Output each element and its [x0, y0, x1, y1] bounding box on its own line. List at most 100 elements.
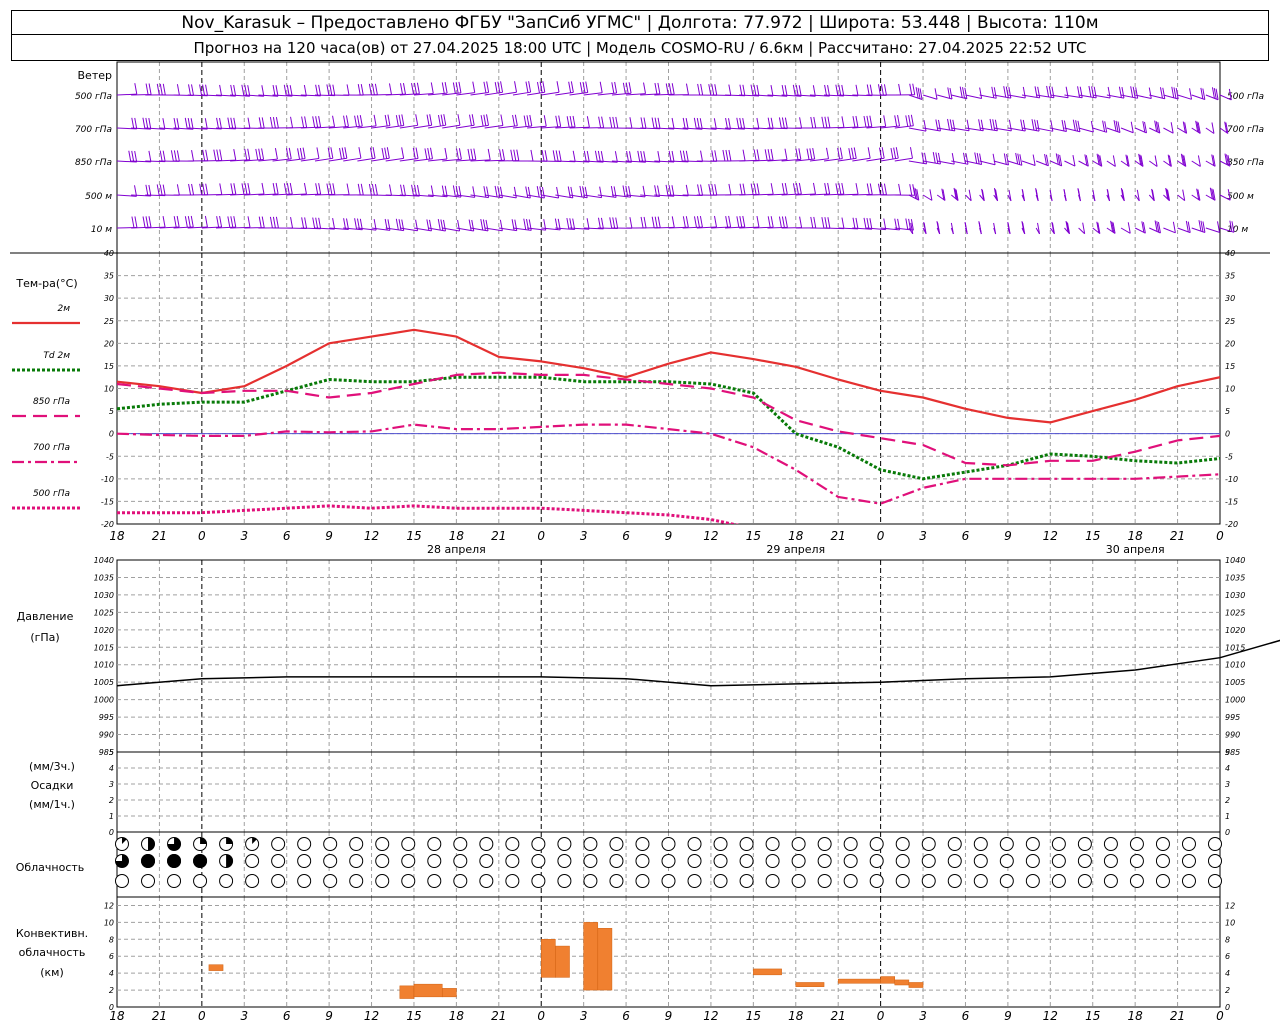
- wind-barb-feather: [145, 117, 149, 130]
- y-tick-label-right: 1030: [1225, 591, 1245, 600]
- cloud-symbol: [349, 854, 364, 868]
- cloud-symbol: [245, 854, 260, 868]
- wind-barb-feather: [867, 147, 871, 159]
- wind-barb-feather: [230, 216, 234, 228]
- wind-barb-feather: [403, 184, 406, 196]
- wind-barb-feather: [1159, 87, 1163, 99]
- wind-barb-feather: [145, 216, 149, 228]
- convective-bar: [555, 945, 570, 978]
- cloud-symbol: [479, 837, 494, 851]
- wind-barb-feather: [202, 183, 206, 195]
- wind-barb-feather: [742, 215, 746, 228]
- wind-barb-feather: [586, 218, 590, 230]
- wind-barb-feather: [354, 218, 358, 230]
- wind-barb-feather: [855, 115, 859, 128]
- wind-barb-feather: [299, 147, 303, 160]
- y-tick-label-left: 4: [109, 969, 114, 978]
- wind-barb-feather: [824, 217, 828, 229]
- y-tick-label-right: 2: [1225, 796, 1230, 805]
- wind-level-label-left: 850 гПа: [75, 158, 112, 168]
- wind-barb-feather: [866, 115, 870, 127]
- wind-barb-feather: [838, 183, 842, 195]
- wind-barb-feather: [556, 81, 560, 93]
- y-tick-label-left: 2: [109, 796, 114, 805]
- wind-barb-feather: [905, 115, 909, 127]
- cloud-symbol: [375, 837, 390, 851]
- cloud-symbol: [1077, 854, 1092, 868]
- cloud-symbol: [817, 837, 832, 851]
- cloud-symbol: [375, 854, 390, 868]
- wind-barb-feather: [770, 183, 774, 195]
- wind-barb-feather: [813, 116, 817, 129]
- time-tick-label-bottom: 15: [746, 1009, 761, 1023]
- wind-barb-feather: [951, 153, 955, 165]
- wind-barb-feather: [1020, 119, 1024, 131]
- wind-barb-feather: [190, 215, 194, 228]
- wind-barb-feather: [893, 147, 897, 159]
- cloud-symbol: [739, 854, 754, 868]
- convective-axis-title-2: облачность: [19, 946, 86, 959]
- wind-barb-feather: [275, 182, 279, 195]
- wind-barb-feather: [269, 216, 273, 228]
- wind-barb-feather: [514, 219, 518, 231]
- cloud-symbol: [1129, 854, 1144, 868]
- wind-barb-feather: [883, 183, 887, 195]
- wind-barb-feather: [753, 183, 757, 195]
- time-tick-label-bottom: 21: [152, 1009, 167, 1023]
- y-tick-label-left: 0: [109, 1003, 114, 1012]
- wind-barb-shaft: [965, 94, 982, 100]
- wind-barb-feather: [601, 116, 605, 128]
- wind-barb-feather: [316, 147, 320, 159]
- wind-barb-feather: [134, 150, 138, 163]
- y-tick-label-right: 990: [1225, 731, 1240, 740]
- wind-barb-feather: [739, 183, 743, 195]
- y-tick-label-right: 25: [1225, 317, 1235, 326]
- cloud-symbol-fill: [167, 854, 182, 868]
- cloud-symbol: [1155, 837, 1170, 851]
- wind-barb-feather: [728, 118, 731, 130]
- wind-barb-feather: [176, 150, 180, 162]
- wind-barb-feather: [148, 83, 152, 95]
- wind-barb-feather: [1135, 87, 1139, 99]
- time-tick-label-bottom: 6: [622, 1009, 630, 1023]
- y-tick-label-left: 25: [104, 317, 114, 326]
- meteogram-chart: Ветер 500 гПа 500 гПа 700 гПа 700 гПа 850 гПа…: [10, 61, 1280, 1023]
- convective-bar: [399, 985, 415, 999]
- wind-barb-feather: [784, 148, 788, 160]
- time-tick-label: 15: [746, 529, 761, 543]
- wind-barb-feather: [784, 182, 788, 195]
- wind-barb-feather: [190, 118, 194, 130]
- wind-barb-feather: [480, 115, 484, 127]
- wind-level-label-left: 700 гПа: [75, 125, 112, 135]
- wind-barb-feather: [402, 83, 406, 95]
- pressure-axis-title: Давление: [17, 610, 74, 623]
- wind-barb-feather: [486, 81, 490, 93]
- wind-barb-feather: [728, 84, 732, 96]
- wind-barb-feather: [233, 216, 237, 228]
- cloud-symbol: [687, 837, 702, 851]
- wind-barb-feather: [851, 147, 855, 159]
- cloud-symbol: [349, 837, 364, 851]
- wind-barb-feather: [756, 84, 760, 97]
- wind-barb-feather: [329, 183, 333, 195]
- wind-barb-feather: [230, 84, 234, 97]
- wind-barb-feather: [289, 85, 293, 97]
- cloud-symbol: [531, 854, 546, 868]
- wind-barb-feather: [827, 217, 831, 229]
- y-tick-label-right: -15: [1225, 497, 1238, 506]
- temperature-axis-title: Тем-ра(°C): [15, 277, 77, 290]
- wind-barb-feather: [275, 117, 279, 129]
- y-tick-label-right: 2: [1225, 986, 1230, 995]
- wind-barb-feather: [795, 84, 799, 97]
- y-tick-label-left: 5: [109, 407, 114, 416]
- wind-barb-feather: [671, 216, 675, 228]
- wind-barb-feather: [598, 116, 602, 128]
- wind-barb-feather: [261, 182, 265, 195]
- wind-barb-feather: [798, 148, 802, 160]
- wind-barb-feather: [329, 84, 333, 96]
- pressure-axis-unit: (гПа): [30, 631, 59, 644]
- wind-barb-feather: [599, 81, 603, 93]
- wind-barb-feather: [1046, 85, 1050, 98]
- wind-barb-feather: [586, 116, 590, 128]
- wind-barb-feather: [131, 150, 135, 162]
